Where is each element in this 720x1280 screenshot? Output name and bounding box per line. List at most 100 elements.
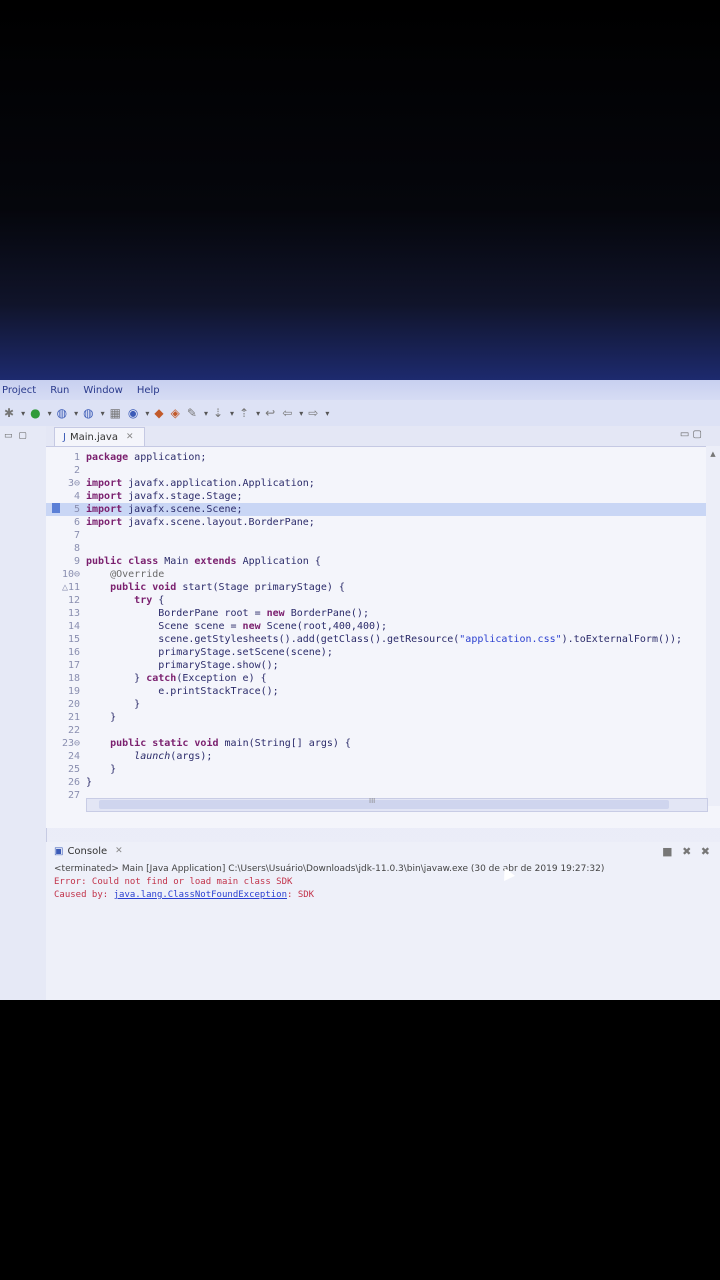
code-text: } (86, 712, 117, 723)
code-line[interactable]: 14 Scene scene = new Scene(root,400,400)… (46, 620, 720, 633)
chevron-down-icon[interactable]: ▾ (325, 409, 329, 418)
code-text: package application; (86, 452, 207, 463)
code-line[interactable]: 26} (46, 776, 720, 789)
code-line[interactable]: 16 primaryStage.setScene(scene); (46, 646, 720, 659)
maximize-icon[interactable]: ▢ (18, 431, 27, 441)
code-line[interactable]: 17 primaryStage.show(); (46, 659, 720, 672)
minimize-icon[interactable]: ▭ (4, 431, 13, 441)
code-line[interactable]: 20 } (46, 698, 720, 711)
code-line[interactable]: 3⊖ import javafx.application.Application; (46, 477, 720, 490)
chevron-down-icon[interactable]: ▾ (204, 409, 208, 418)
debug-icon[interactable]: ✱ (4, 406, 14, 420)
caused-by-prefix: Caused by: (54, 890, 114, 900)
code-text: public void start(Stage primaryStage) { (110, 582, 345, 593)
code-text: Scene scene = new Scene(root,400,400); (86, 621, 388, 632)
line-number: 21 (67, 712, 80, 723)
line-number: 2 (73, 465, 80, 476)
chevron-down-icon[interactable]: ▾ (256, 409, 260, 418)
back-icon[interactable]: ⇦ (282, 406, 292, 420)
maximize-icon[interactable]: ▢ (693, 429, 702, 440)
run-icon[interactable]: ● (30, 406, 40, 420)
line-number: 23⊖ (61, 738, 80, 749)
line-number: 26 (67, 777, 80, 788)
code-line[interactable]: 18 } catch(Exception e) { (46, 672, 720, 685)
open-task-icon[interactable]: ◈ (171, 406, 180, 420)
close-icon[interactable]: ✕ (126, 432, 134, 442)
line-number: 25 (67, 764, 80, 775)
code-text: primaryStage.show(); (86, 660, 279, 671)
chevron-down-icon[interactable]: ▾ (101, 409, 105, 418)
chevron-down-icon[interactable]: ▾ (21, 409, 25, 418)
chevron-down-icon[interactable]: ▾ (230, 409, 234, 418)
line-number: 24 (67, 751, 80, 762)
external-tools-icon[interactable]: ◍ (83, 406, 93, 420)
line-number: 16 (67, 647, 80, 658)
line-number: 8 (73, 543, 80, 554)
console-controls: ■ ✖ ✖ (656, 845, 710, 858)
open-type-icon[interactable]: ◆ (154, 406, 163, 420)
code-text: import javafx.scene.Scene; (86, 504, 243, 515)
code-line[interactable]: 4 import javafx.stage.Stage; (46, 490, 720, 503)
code-line[interactable]: 9 public class Main extends Application { (46, 555, 720, 568)
caused-by-suffix: : SDK (287, 890, 315, 900)
code-text: } (86, 764, 117, 775)
menu-run[interactable]: Run (50, 385, 69, 396)
code-line[interactable]: 1 package application; (46, 451, 720, 464)
remove-all-icon[interactable]: ✖ (701, 845, 710, 858)
code-line[interactable]: △11 public void start(Stage primaryStage… (46, 581, 720, 594)
code-area[interactable]: 1 package application; 2 3⊖ import javafx.ap… (46, 447, 720, 802)
line-number: 6 (73, 517, 80, 528)
vertical-scrollbar[interactable]: ▲ (706, 446, 720, 806)
exception-link[interactable]: java.lang.ClassNotFoundException (114, 890, 287, 900)
next-annotation-icon[interactable]: ⇣ (213, 406, 223, 420)
code-line[interactable]: 2 (46, 464, 720, 477)
code-line[interactable]: 6 import javafx.scene.layout.BorderPane; (46, 516, 720, 529)
console-tab-bar: ▣ Console ✕ ■ ✖ ✖ (46, 842, 720, 860)
code-line[interactable]: 22 (46, 724, 720, 737)
remove-launch-icon[interactable]: ✖ (682, 845, 691, 858)
code-line[interactable]: 24 launch(args); (46, 750, 720, 763)
code-line[interactable]: 13 BorderPane root = new BorderPane(); (46, 607, 720, 620)
code-line[interactable]: 10⊖ @Override (46, 568, 720, 581)
code-line[interactable]: 7 (46, 529, 720, 542)
line-number: 20 (67, 699, 80, 710)
forward-icon[interactable]: ⇨ (308, 406, 318, 420)
grip-icon: III (369, 797, 376, 805)
menu-help[interactable]: Help (137, 385, 160, 396)
prev-annotation-icon[interactable]: ⇡ (239, 406, 249, 420)
grid-icon[interactable]: ▦ (110, 406, 121, 420)
terminate-icon[interactable]: ■ (662, 845, 672, 858)
close-icon[interactable]: ✕ (115, 846, 123, 856)
chevron-down-icon[interactable]: ▾ (74, 409, 78, 418)
code-line[interactable]: 19 e.printStackTrace(); (46, 685, 720, 698)
chevron-down-icon[interactable]: ▾ (145, 409, 149, 418)
code-line[interactable]: 8 (46, 542, 720, 555)
code-text: e.printStackTrace(); (86, 686, 279, 697)
chevron-down-icon[interactable]: ▾ (299, 409, 303, 418)
code-line[interactable]: 5 import javafx.scene.Scene; (46, 503, 720, 516)
horizontal-scrollbar[interactable]: III (86, 797, 708, 812)
menu-window[interactable]: Window (83, 385, 122, 396)
code-text: primaryStage.setScene(scene); (86, 647, 333, 658)
code-line[interactable]: 12 try { (46, 594, 720, 607)
minimize-icon[interactable]: ▭ (680, 429, 689, 440)
last-edit-icon[interactable]: ↩ (265, 406, 275, 420)
pencil-icon[interactable]: ✎ (187, 406, 197, 420)
code-text: try { (134, 595, 165, 606)
chevron-down-icon[interactable]: ▾ (48, 409, 52, 418)
code-text: @Override (110, 569, 165, 580)
line-number: 18 (67, 673, 80, 684)
scroll-up-icon[interactable]: ▲ (706, 450, 720, 458)
console-title[interactable]: Console (67, 846, 107, 857)
code-line[interactable]: 15 scene.getStylesheets().add(getClass()… (46, 633, 720, 646)
code-line[interactable]: 25 } (46, 763, 720, 776)
new-class-icon[interactable]: ◉ (128, 406, 138, 420)
code-line[interactable]: 21 } (46, 711, 720, 724)
menu-project[interactable]: Project (2, 385, 36, 396)
eclipse-window: Project Run Window Help ✱ ▾ ● ▾ ◍ ▾ ◍ ▾ ▦ ◉ ▾… (0, 380, 720, 1000)
code-line[interactable]: 23⊖ public static void main(String[] arg… (46, 737, 720, 750)
scrollbar-thumb[interactable] (99, 800, 669, 809)
panel-controls: ▭ ▢ (0, 426, 46, 446)
tab-main-java[interactable]: J Main.java ✕ (54, 427, 145, 446)
search-icon[interactable]: ◍ (57, 406, 67, 420)
